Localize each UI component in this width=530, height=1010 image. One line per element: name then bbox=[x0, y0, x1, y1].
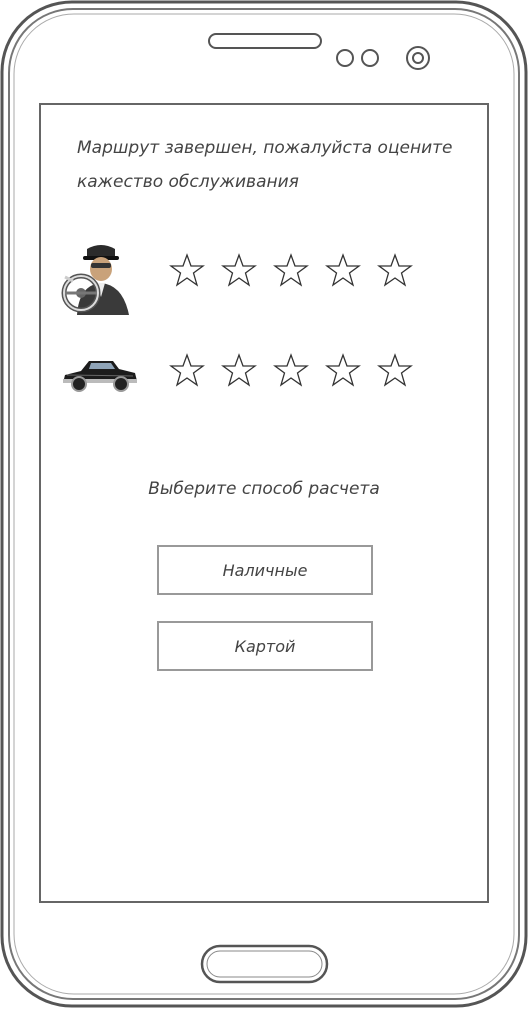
star-icon[interactable] bbox=[273, 252, 309, 288]
sensor-icon bbox=[361, 49, 379, 67]
star-icon[interactable] bbox=[169, 252, 205, 288]
cash-payment-button[interactable]: Наличные bbox=[157, 545, 373, 595]
star-icon[interactable] bbox=[377, 352, 413, 388]
star-icon[interactable] bbox=[273, 352, 309, 388]
star-icon[interactable] bbox=[221, 352, 257, 388]
card-payment-button[interactable]: Картой bbox=[157, 621, 373, 671]
car-icon bbox=[63, 361, 137, 392]
star-icon[interactable] bbox=[169, 352, 205, 388]
star-icon[interactable] bbox=[325, 252, 361, 288]
star-icon[interactable] bbox=[221, 252, 257, 288]
driver-stars bbox=[169, 252, 413, 288]
star-icon[interactable] bbox=[325, 352, 361, 388]
app-screen: Маршрут завершен, пожалуйста оцените каж… bbox=[39, 103, 489, 903]
driver-rating-row bbox=[59, 237, 469, 317]
page-title: Маршрут завершен, пожалуйста оцените каж… bbox=[77, 138, 453, 192]
driver-icon bbox=[61, 245, 129, 315]
sensor-icon bbox=[336, 49, 354, 67]
payment-method-label: Выберите способ расчета bbox=[148, 479, 380, 499]
star-icon[interactable] bbox=[377, 252, 413, 288]
speaker-icon bbox=[208, 33, 322, 49]
car-stars bbox=[169, 352, 413, 388]
car-rating-row bbox=[59, 337, 469, 417]
